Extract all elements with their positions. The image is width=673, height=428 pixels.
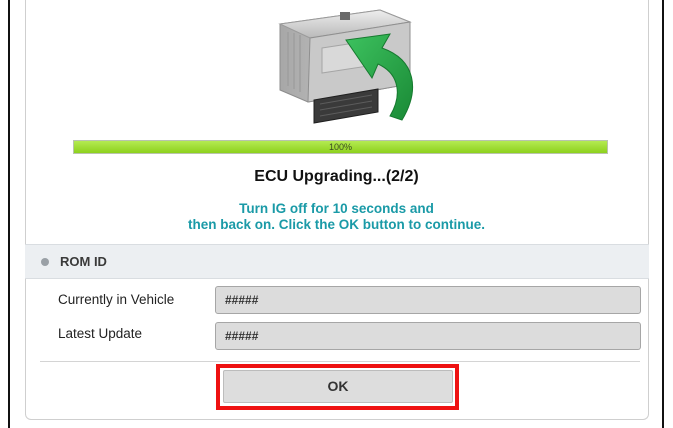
currently-in-vehicle-value: ##### bbox=[225, 293, 259, 307]
ecu-module-with-arrow-icon bbox=[278, 9, 414, 124]
rom-id-section-header: ROM ID bbox=[25, 244, 649, 279]
instruction-line-1: Turn IG off for 10 seconds and bbox=[239, 201, 434, 216]
ok-button[interactable]: OK bbox=[223, 370, 453, 403]
latest-update-value: ##### bbox=[225, 329, 259, 343]
currently-in-vehicle-label: Currently in Vehicle bbox=[58, 292, 175, 307]
divider bbox=[40, 361, 640, 362]
instruction-line-2: then back on. Click the OK button to con… bbox=[188, 217, 485, 232]
status-title: ECU Upgrading...(2/2) bbox=[254, 168, 419, 185]
progress-percent-label: 100% bbox=[328, 142, 353, 152]
instruction-text: Turn IG off for 10 seconds and then back… bbox=[0, 201, 673, 233]
latest-update-field: ##### bbox=[215, 322, 641, 350]
latest-update-label: Latest Update bbox=[58, 326, 143, 341]
currently-in-vehicle-field: ##### bbox=[215, 286, 641, 314]
bullet-icon bbox=[41, 258, 49, 266]
progress-bar: 100% bbox=[73, 140, 608, 154]
rom-id-title: ROM ID bbox=[60, 254, 107, 269]
